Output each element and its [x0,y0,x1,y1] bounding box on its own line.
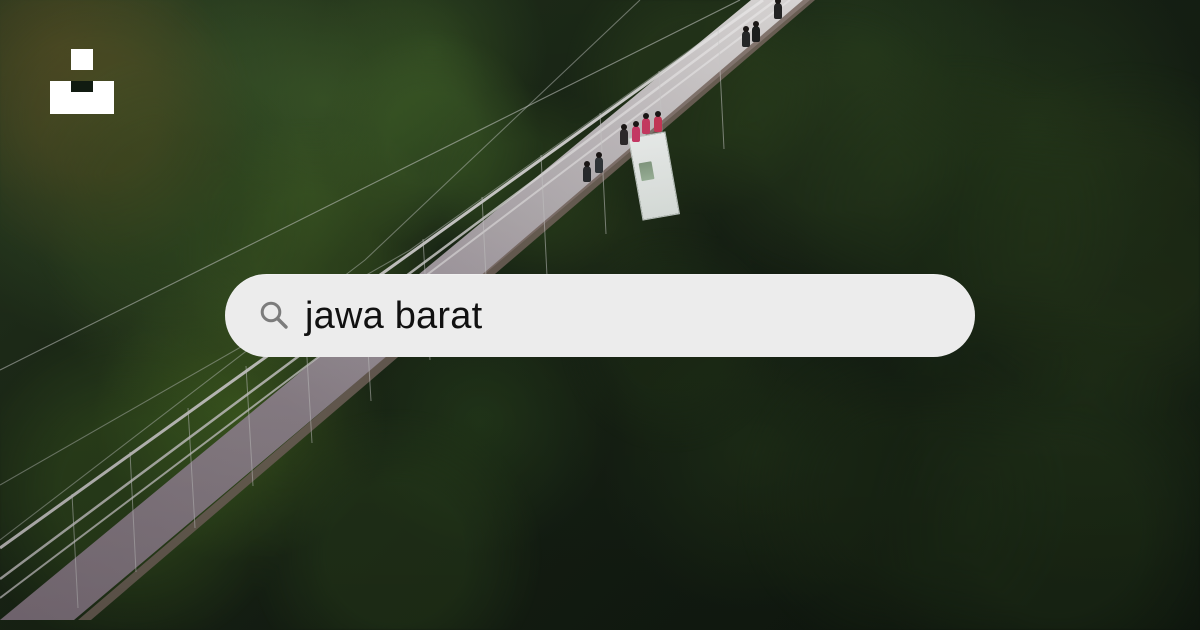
logo-cutout [71,81,93,92]
search-icon [258,299,292,333]
search-bar[interactable]: jawa barat [225,274,975,357]
background-photo: jawa barat [0,0,1200,630]
logo-top-block [71,49,93,70]
search-query[interactable]: jawa barat [305,293,482,339]
unsplash-logo-icon [50,49,114,114]
